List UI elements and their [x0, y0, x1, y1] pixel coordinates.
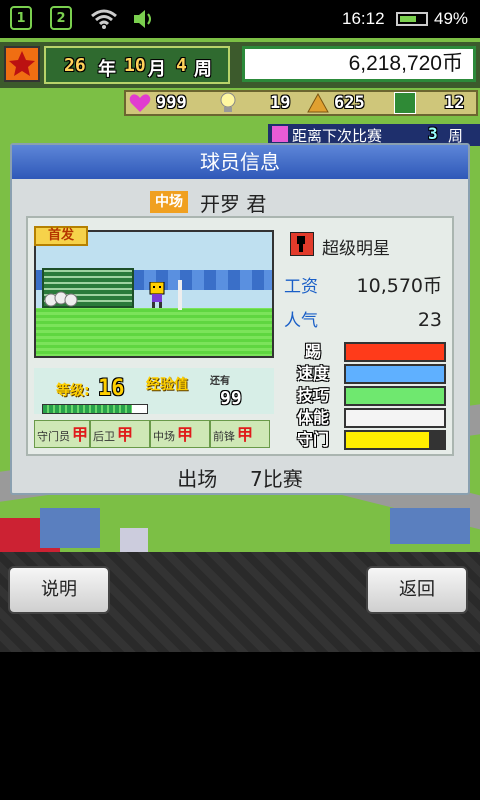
- appearances-row: 出场 7比赛: [12, 463, 468, 492]
- month-unit: 月: [148, 59, 166, 80]
- bottom-bar: 说明 返回: [0, 552, 480, 652]
- position-aptitude-cell: 前锋甲: [210, 420, 270, 448]
- gift-icon: [272, 126, 288, 142]
- fields-count: 12: [444, 93, 465, 113]
- level-label: 等级:: [56, 383, 90, 399]
- flag-pole: [178, 280, 182, 310]
- position-aptitude-label: 中场: [153, 430, 175, 443]
- position-aptitude-cell: 后卫甲: [90, 420, 150, 448]
- skill-label: 速度: [296, 364, 329, 383]
- points-count: 625: [334, 93, 365, 113]
- level-value: 16: [98, 376, 125, 401]
- week-unit: 周: [194, 59, 212, 80]
- sim2-label: 2: [56, 11, 66, 26]
- building: [120, 528, 148, 552]
- money-display: 6,218,720币: [242, 46, 476, 82]
- appearances-value: 7比赛: [249, 467, 303, 491]
- skill-bar: [344, 364, 446, 384]
- league-emblem-icon[interactable]: [4, 46, 40, 82]
- pitch: [36, 308, 272, 356]
- status-bar: 1 2 16:12 49%: [0, 0, 480, 38]
- year-value: 26: [64, 55, 86, 76]
- skill-bar: [344, 386, 446, 406]
- training-scene: [34, 230, 274, 358]
- exp-progress-bar: [42, 404, 148, 414]
- skill-bar: [344, 430, 446, 450]
- skill-bar-fill: [346, 366, 444, 382]
- player-sprite: [148, 281, 166, 308]
- bulbs-count: 19: [270, 93, 291, 113]
- help-button[interactable]: 说明: [8, 566, 110, 614]
- position-aptitude-grade: 甲: [72, 425, 89, 444]
- player-name: 开罗 君: [200, 192, 267, 216]
- position-aptitude-label: 守门员: [37, 430, 70, 443]
- position-aptitude-grade: 甲: [237, 425, 254, 444]
- position-aptitude-row: 守门员甲后卫甲中场甲前锋甲: [34, 420, 274, 450]
- heart-icon: [128, 92, 152, 114]
- date-panel: 26 年 10 月 4 周: [44, 46, 230, 84]
- battery-percent: 49%: [434, 9, 469, 28]
- battery-icon: [396, 12, 428, 26]
- player-card: 首发 等级: 16 经验值 还有 99 守门员甲后卫甲中场甲前锋甲 超级明星 工…: [26, 216, 454, 456]
- rank-title: 超级明星: [322, 239, 390, 259]
- position-aptitude-cell: 守门员甲: [34, 420, 90, 448]
- building: [40, 508, 100, 548]
- lightbulb-icon: [218, 92, 238, 114]
- field-icon: [394, 92, 416, 114]
- building: [390, 508, 470, 544]
- position-aptitude-grade: 甲: [117, 425, 134, 444]
- year-unit: 年: [98, 59, 116, 80]
- position-aptitude-label: 前锋: [213, 430, 235, 443]
- skill-bar-fill: [346, 432, 430, 448]
- balls-icon: [44, 290, 78, 308]
- exp-sub-label: 还有: [210, 376, 230, 387]
- salary-label: 工资: [284, 277, 318, 297]
- popularity-value: 23: [417, 309, 442, 331]
- points-icon: [306, 92, 330, 114]
- skill-label: 技巧: [296, 386, 329, 405]
- exp-progress-fill: [43, 405, 133, 413]
- skill-bar: [344, 408, 446, 428]
- skill-bar-fill: [346, 388, 444, 404]
- popularity-label: 人气: [284, 311, 318, 331]
- wifi-icon: [90, 8, 118, 30]
- position-aptitude-label: 后卫: [93, 430, 115, 443]
- position-aptitude-cell: 中场甲: [150, 420, 210, 448]
- ticker-number: 3: [428, 124, 438, 143]
- appearances-label: 出场: [177, 467, 218, 491]
- skill-bar: [344, 342, 446, 362]
- exp-label: 经验值: [146, 377, 188, 393]
- position-aptitude-grade: 甲: [177, 425, 194, 444]
- skill-label: 体能: [296, 408, 329, 427]
- rank-icon: [290, 232, 314, 256]
- sim1-label: 1: [16, 11, 26, 26]
- week-value: 4: [176, 55, 187, 76]
- skill-bar-fill: [346, 344, 444, 360]
- level-panel: 等级: 16 经验值 还有 99: [34, 368, 274, 414]
- sim1-icon: 1: [10, 6, 32, 30]
- skill-bar-fill: [346, 410, 444, 426]
- skill-label: 踢: [304, 342, 321, 361]
- starter-badge: 首发: [34, 226, 88, 246]
- skills-panel: 踢速度 技巧 体能 守门: [284, 342, 448, 454]
- salary-value: 10,570币: [356, 275, 442, 297]
- back-button[interactable]: 返回: [366, 566, 468, 614]
- sim2-icon: 2: [50, 6, 72, 30]
- clock: 16:12: [342, 9, 385, 28]
- skill-label: 守门: [296, 430, 329, 449]
- dialog-title: 球员信息: [12, 145, 468, 179]
- hearts-count: 999: [156, 93, 187, 113]
- position-badge: 中场: [150, 191, 188, 213]
- month-value: 10: [124, 55, 146, 76]
- player-info-dialog: 球员信息 中场 开罗 君 首发 等级: 16 经验值 还有 99 守门员 甲 后…: [10, 143, 470, 495]
- exp-value: 99: [220, 388, 242, 409]
- volume-icon: [132, 8, 156, 30]
